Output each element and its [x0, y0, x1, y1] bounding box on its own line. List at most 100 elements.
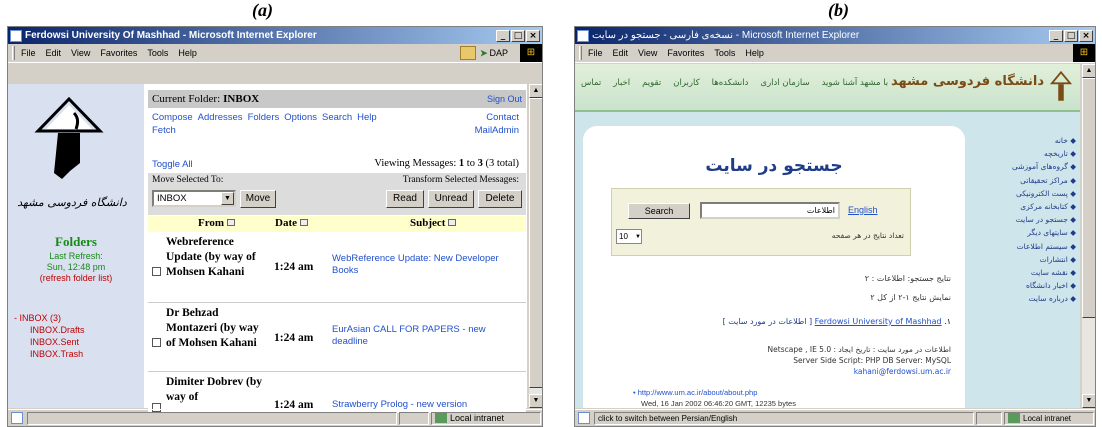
sidebar-item[interactable]: ◆ مراکز تحقیقاتی — [986, 174, 1076, 187]
table-row[interactable]: Dimiter Dobrev (by way of 1:24 am Strawb… — [148, 373, 526, 413]
nav-link[interactable]: کاربران — [673, 78, 699, 88]
message-checkbox[interactable] — [152, 338, 161, 347]
unread-button[interactable]: Unread — [428, 190, 474, 208]
sidebar-item[interactable]: ◆ سایتهای دیگر — [986, 226, 1076, 239]
status-bar: Local intranet — [8, 409, 542, 426]
toolbar-grip[interactable] — [12, 46, 15, 60]
menu-help[interactable]: Help — [178, 48, 197, 58]
nav-link[interactable]: دانشکده‌ها — [712, 78, 749, 88]
menu-file[interactable]: File — [588, 48, 603, 58]
sidebar-item[interactable]: ◆ جستجو در سایت — [986, 213, 1076, 226]
result-url-link[interactable]: • http://www.um.ac.ir/about/about.php — [633, 388, 757, 397]
english-link[interactable]: English — [848, 205, 878, 215]
sign-out-link[interactable]: Sign Out — [487, 94, 522, 104]
move-folder-select[interactable]: INBOX ▼ — [152, 190, 236, 207]
move-button[interactable]: Move — [240, 190, 276, 208]
caption-b: (b) — [828, 0, 849, 20]
sidebar-item[interactable]: ◆ گروه‌های آموزشی — [986, 160, 1076, 173]
help-link[interactable]: Help — [357, 112, 377, 123]
folder-inbox[interactable]: - INBOX (3) — [14, 313, 61, 323]
nav-link[interactable]: با مشهد آشنا شوید — [822, 78, 889, 88]
menu-view[interactable]: View — [71, 48, 90, 58]
contact-link[interactable]: Contact — [486, 112, 519, 123]
result-date: Wed, 16 Jan 2002 06:46:20 GMT, 12235 byt… — [641, 399, 796, 408]
scroll-up-icon[interactable]: ▲ — [529, 84, 542, 98]
sidebar-item[interactable]: ◆ خانه — [986, 134, 1076, 147]
sidebar-item[interactable]: ◆ نقشه سایت — [986, 266, 1076, 279]
fetch-link[interactable]: Fetch — [152, 125, 176, 136]
nav-link[interactable]: تقویم — [642, 78, 661, 88]
results-per-page-select[interactable]: 10 ▼ — [616, 229, 642, 244]
menu-favorites[interactable]: Favorites — [100, 48, 137, 58]
mailadmin-link[interactable]: MailAdmin — [475, 125, 519, 136]
links-icon[interactable] — [459, 46, 476, 60]
folder-drafts[interactable]: INBOX.Drafts — [30, 325, 85, 335]
menu-help[interactable]: Help — [745, 48, 764, 58]
table-row[interactable]: Dr Behzad Montazeri (by way of Mohsen Ka… — [148, 304, 526, 372]
menu-edit[interactable]: Edit — [613, 48, 629, 58]
chevron-down-icon: ▼ — [221, 192, 234, 205]
sidebar-item[interactable]: ◆ اخبار دانشگاه — [986, 279, 1076, 292]
close-button[interactable]: × — [1079, 29, 1093, 42]
folders-link[interactable]: Folders — [248, 112, 280, 123]
scroll-down-icon[interactable]: ▼ — [1082, 394, 1095, 408]
title-bar[interactable]: Ferdowsi University Of Mashhad - Microso… — [8, 27, 542, 44]
toggle-all-link[interactable]: Toggle All — [152, 159, 193, 170]
title-bar[interactable]: نسخه‌ی فارسی - جستجو در سایت - Microsoft… — [575, 27, 1095, 44]
compose-link[interactable]: Compose — [152, 112, 193, 123]
message-subject[interactable]: EurAsian CALL FOR PAPERS - new deadline — [332, 324, 522, 348]
sidebar-item[interactable]: ◆ کتابخانه مرکزی — [986, 200, 1076, 213]
refresh-folder-list-link[interactable]: (refresh folder list) — [8, 273, 144, 283]
search-input[interactable]: اطلاعات — [700, 202, 840, 219]
dap-label[interactable]: DAP — [489, 48, 508, 58]
scroll-thumb[interactable] — [529, 98, 542, 388]
sidebar-item[interactable]: ◆ انتشارات — [986, 253, 1076, 266]
close-button[interactable]: × — [526, 29, 540, 42]
scroll-thumb[interactable] — [1082, 78, 1095, 318]
scroll-down-icon[interactable]: ▼ — [529, 394, 542, 408]
menu-view[interactable]: View — [638, 48, 657, 58]
message-checkbox[interactable] — [152, 267, 161, 276]
addresses-link[interactable]: Addresses — [198, 112, 243, 123]
sidebar-item[interactable]: ◆ تاریخچه — [986, 147, 1076, 160]
result-title-link[interactable]: Ferdowsi University of Mashhad — [815, 317, 942, 326]
minimize-button[interactable]: _ — [496, 29, 510, 42]
column-from[interactable]: From — [198, 217, 235, 229]
nav-link[interactable]: تماس — [581, 78, 601, 88]
sort-icon — [448, 219, 457, 226]
sidebar-item[interactable]: ◆ درباره سایت — [986, 292, 1076, 305]
delete-button[interactable]: Delete — [478, 190, 522, 208]
sidebar-item[interactable]: ◆ پست الکترونیکی — [986, 187, 1076, 200]
university-name: دانشگاه فردوسی مشهد — [890, 74, 1044, 89]
menu-favorites[interactable]: Favorites — [667, 48, 704, 58]
message-from: Webreference Update (by way of Mohsen Ka… — [166, 236, 256, 278]
scroll-up-icon[interactable]: ▲ — [1082, 64, 1095, 78]
vertical-scrollbar[interactable]: ▲ ▼ — [1081, 64, 1095, 408]
menu-tools[interactable]: Tools — [714, 48, 735, 58]
ferdowsi-logo-icon — [1050, 70, 1072, 101]
menu-edit[interactable]: Edit — [46, 48, 62, 58]
sidebar-item[interactable]: ◆ سیستم اطلاعات — [986, 240, 1076, 253]
menu-file[interactable]: File — [21, 48, 36, 58]
folders-title: Folders — [55, 234, 97, 249]
maximize-button[interactable]: □ — [511, 29, 525, 42]
nav-link[interactable]: اخبار — [613, 78, 630, 88]
table-row[interactable]: Webreference Update (by way of Mohsen Ka… — [148, 233, 526, 303]
toolbar-grip[interactable] — [579, 46, 582, 60]
message-subject[interactable]: WebReference Update: New Developer Books — [332, 253, 522, 277]
column-date[interactable]: Date — [275, 217, 308, 229]
minimize-button[interactable]: _ — [1049, 29, 1063, 42]
menu-tools[interactable]: Tools — [147, 48, 168, 58]
options-link[interactable]: Options — [284, 112, 317, 123]
search-link[interactable]: Search — [322, 112, 352, 123]
dap-icon[interactable]: ➤ — [480, 48, 488, 59]
column-subject[interactable]: Subject — [410, 217, 457, 229]
window-title: نسخه‌ی فارسی - جستجو در سایت - Microsoft… — [592, 30, 860, 41]
folder-trash[interactable]: INBOX.Trash — [30, 349, 83, 359]
nav-link[interactable]: سازمان اداری — [760, 78, 809, 88]
maximize-button[interactable]: □ — [1064, 29, 1078, 42]
search-button[interactable]: Search — [628, 203, 690, 219]
vertical-scrollbar[interactable]: ▲ ▼ — [528, 84, 542, 408]
read-button[interactable]: Read — [386, 190, 424, 208]
folder-sent[interactable]: INBOX.Sent — [30, 337, 79, 347]
